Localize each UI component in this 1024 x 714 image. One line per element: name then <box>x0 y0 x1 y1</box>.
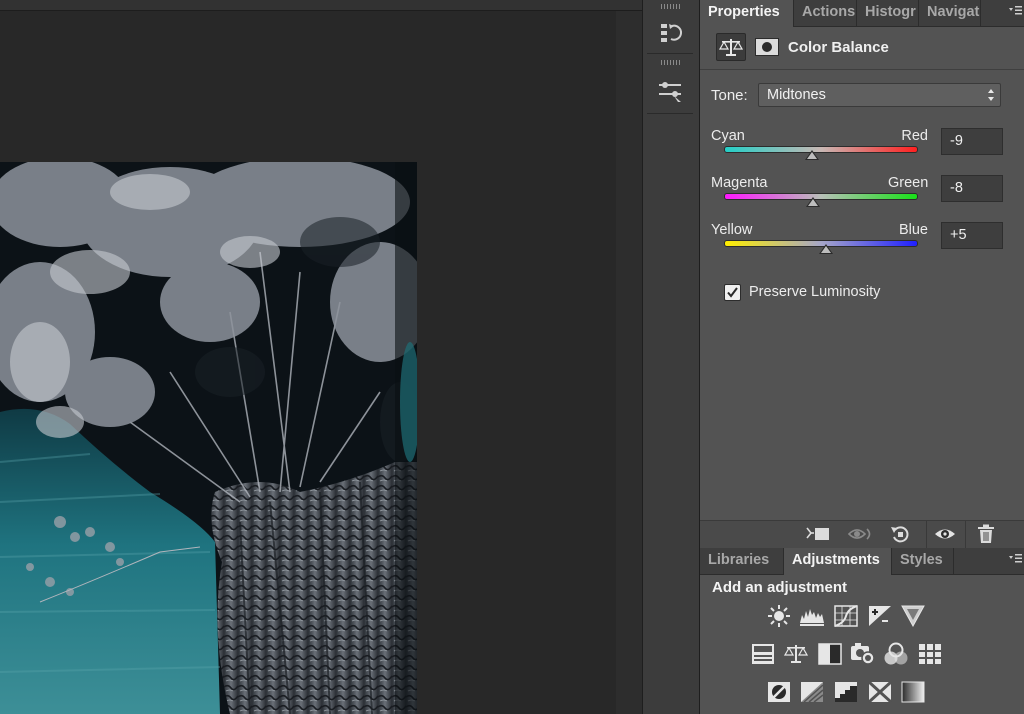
layer-mask-icon[interactable] <box>752 33 782 61</box>
magenta-green-slider-row: Magenta Green -8 <box>700 175 1024 221</box>
color-balance-icon[interactable] <box>783 641 809 667</box>
magenta-green-value-input[interactable]: -8 <box>941 175 1003 202</box>
panel-menu-icon[interactable] <box>1008 3 1022 17</box>
yellow-blue-thumb[interactable] <box>818 244 833 254</box>
cyan-red-track[interactable] <box>724 146 918 153</box>
tab-adjustments[interactable]: Adjustments <box>784 548 892 575</box>
adjustments-tab-bar: Libraries Adjustments Styles <box>700 548 1024 575</box>
curves-icon[interactable] <box>833 603 859 629</box>
slider-right-label: Red <box>901 128 928 144</box>
adjustment-sliders-icon[interactable] <box>647 71 693 109</box>
slider-left-label: Cyan <box>711 128 745 144</box>
threshold-icon[interactable] <box>833 679 859 705</box>
yellow-blue-slider-row: Yellow Blue +5 <box>700 222 1024 268</box>
view-previous-state-icon[interactable] <box>846 523 874 545</box>
selective-color-icon[interactable] <box>867 679 893 705</box>
cyan-red-value-input[interactable]: -9 <box>941 128 1003 155</box>
slider-right-label: Green <box>888 175 929 191</box>
scales-icon[interactable] <box>716 33 746 61</box>
toggle-visibility-icon[interactable] <box>931 523 959 545</box>
levels-icon[interactable] <box>799 603 825 629</box>
dock-grip[interactable] <box>661 60 681 65</box>
cyan-red-slider-row: Cyan Red -9 <box>700 128 1024 174</box>
right-panel-column: Properties Actions Histogr Navigat Color… <box>700 0 1024 714</box>
tab-libraries[interactable]: Libraries <box>700 548 784 574</box>
tone-select[interactable]: Midtones <box>758 83 1001 107</box>
chevron-up-down-icon <box>988 89 994 101</box>
clip-to-layer-icon[interactable] <box>804 523 832 545</box>
tab-histogram[interactable]: Histogr <box>857 0 919 26</box>
history-icon[interactable] <box>647 14 693 52</box>
exposure-icon[interactable] <box>867 603 893 629</box>
cyan-red-thumb[interactable] <box>805 150 820 160</box>
preserve-luminosity-label: Preserve Luminosity <box>749 284 881 300</box>
checkmark-icon <box>727 286 738 298</box>
reset-icon[interactable] <box>886 523 914 545</box>
tab-properties[interactable]: Properties <box>700 0 794 27</box>
posterize-icon[interactable] <box>799 679 825 705</box>
dock-grip[interactable] <box>661 4 681 9</box>
color-lookup-icon[interactable] <box>917 641 943 667</box>
slider-left-label: Magenta <box>711 175 768 191</box>
dock-divider <box>647 53 693 54</box>
hue-saturation-icon[interactable] <box>750 641 776 667</box>
footer-divider <box>926 521 927 548</box>
document-image[interactable] <box>0 162 417 714</box>
properties-header: Color Balance <box>700 27 1024 70</box>
panel-menu-icon[interactable] <box>1008 551 1022 565</box>
properties-footer <box>700 520 1024 549</box>
black-white-icon[interactable] <box>817 641 843 667</box>
tab-styles[interactable]: Styles <box>892 548 954 574</box>
magenta-green-thumb[interactable] <box>806 197 821 207</box>
dock-divider <box>647 113 693 114</box>
footer-divider <box>965 521 966 548</box>
adjustment-title: Color Balance <box>788 39 889 56</box>
delete-icon[interactable] <box>972 523 1000 545</box>
tab-actions[interactable]: Actions <box>794 0 857 26</box>
magenta-green-track[interactable] <box>724 193 918 200</box>
checkbox[interactable] <box>724 283 741 301</box>
properties-tab-bar: Properties Actions Histogr Navigat <box>700 0 1024 27</box>
triangle-icon[interactable] <box>900 603 926 629</box>
preserve-luminosity-checkbox[interactable]: Preserve Luminosity <box>724 282 880 302</box>
canvas-area[interactable] <box>0 0 642 714</box>
adjustments-title: Add an adjustment <box>712 579 848 596</box>
canvas-scroll-edge <box>616 11 642 714</box>
invert-icon[interactable] <box>766 679 792 705</box>
properties-body: Tone: Midtones Cyan Red -9 Magenta Green… <box>700 70 1024 520</box>
gradient-map-icon[interactable] <box>900 679 926 705</box>
canvas-top-bar <box>0 0 642 11</box>
channel-mixer-icon[interactable] <box>883 641 909 667</box>
photo-filter-icon[interactable] <box>850 641 876 667</box>
yellow-blue-value-input[interactable]: +5 <box>941 222 1003 249</box>
tone-selected-value: Midtones <box>767 87 826 103</box>
tab-navigator[interactable]: Navigat <box>919 0 981 26</box>
brightness-contrast-icon[interactable] <box>766 603 792 629</box>
tone-label: Tone: <box>711 87 748 104</box>
panel-dock <box>642 0 700 714</box>
slider-right-label: Blue <box>898 222 928 238</box>
slider-left-label: Yellow <box>711 222 753 238</box>
